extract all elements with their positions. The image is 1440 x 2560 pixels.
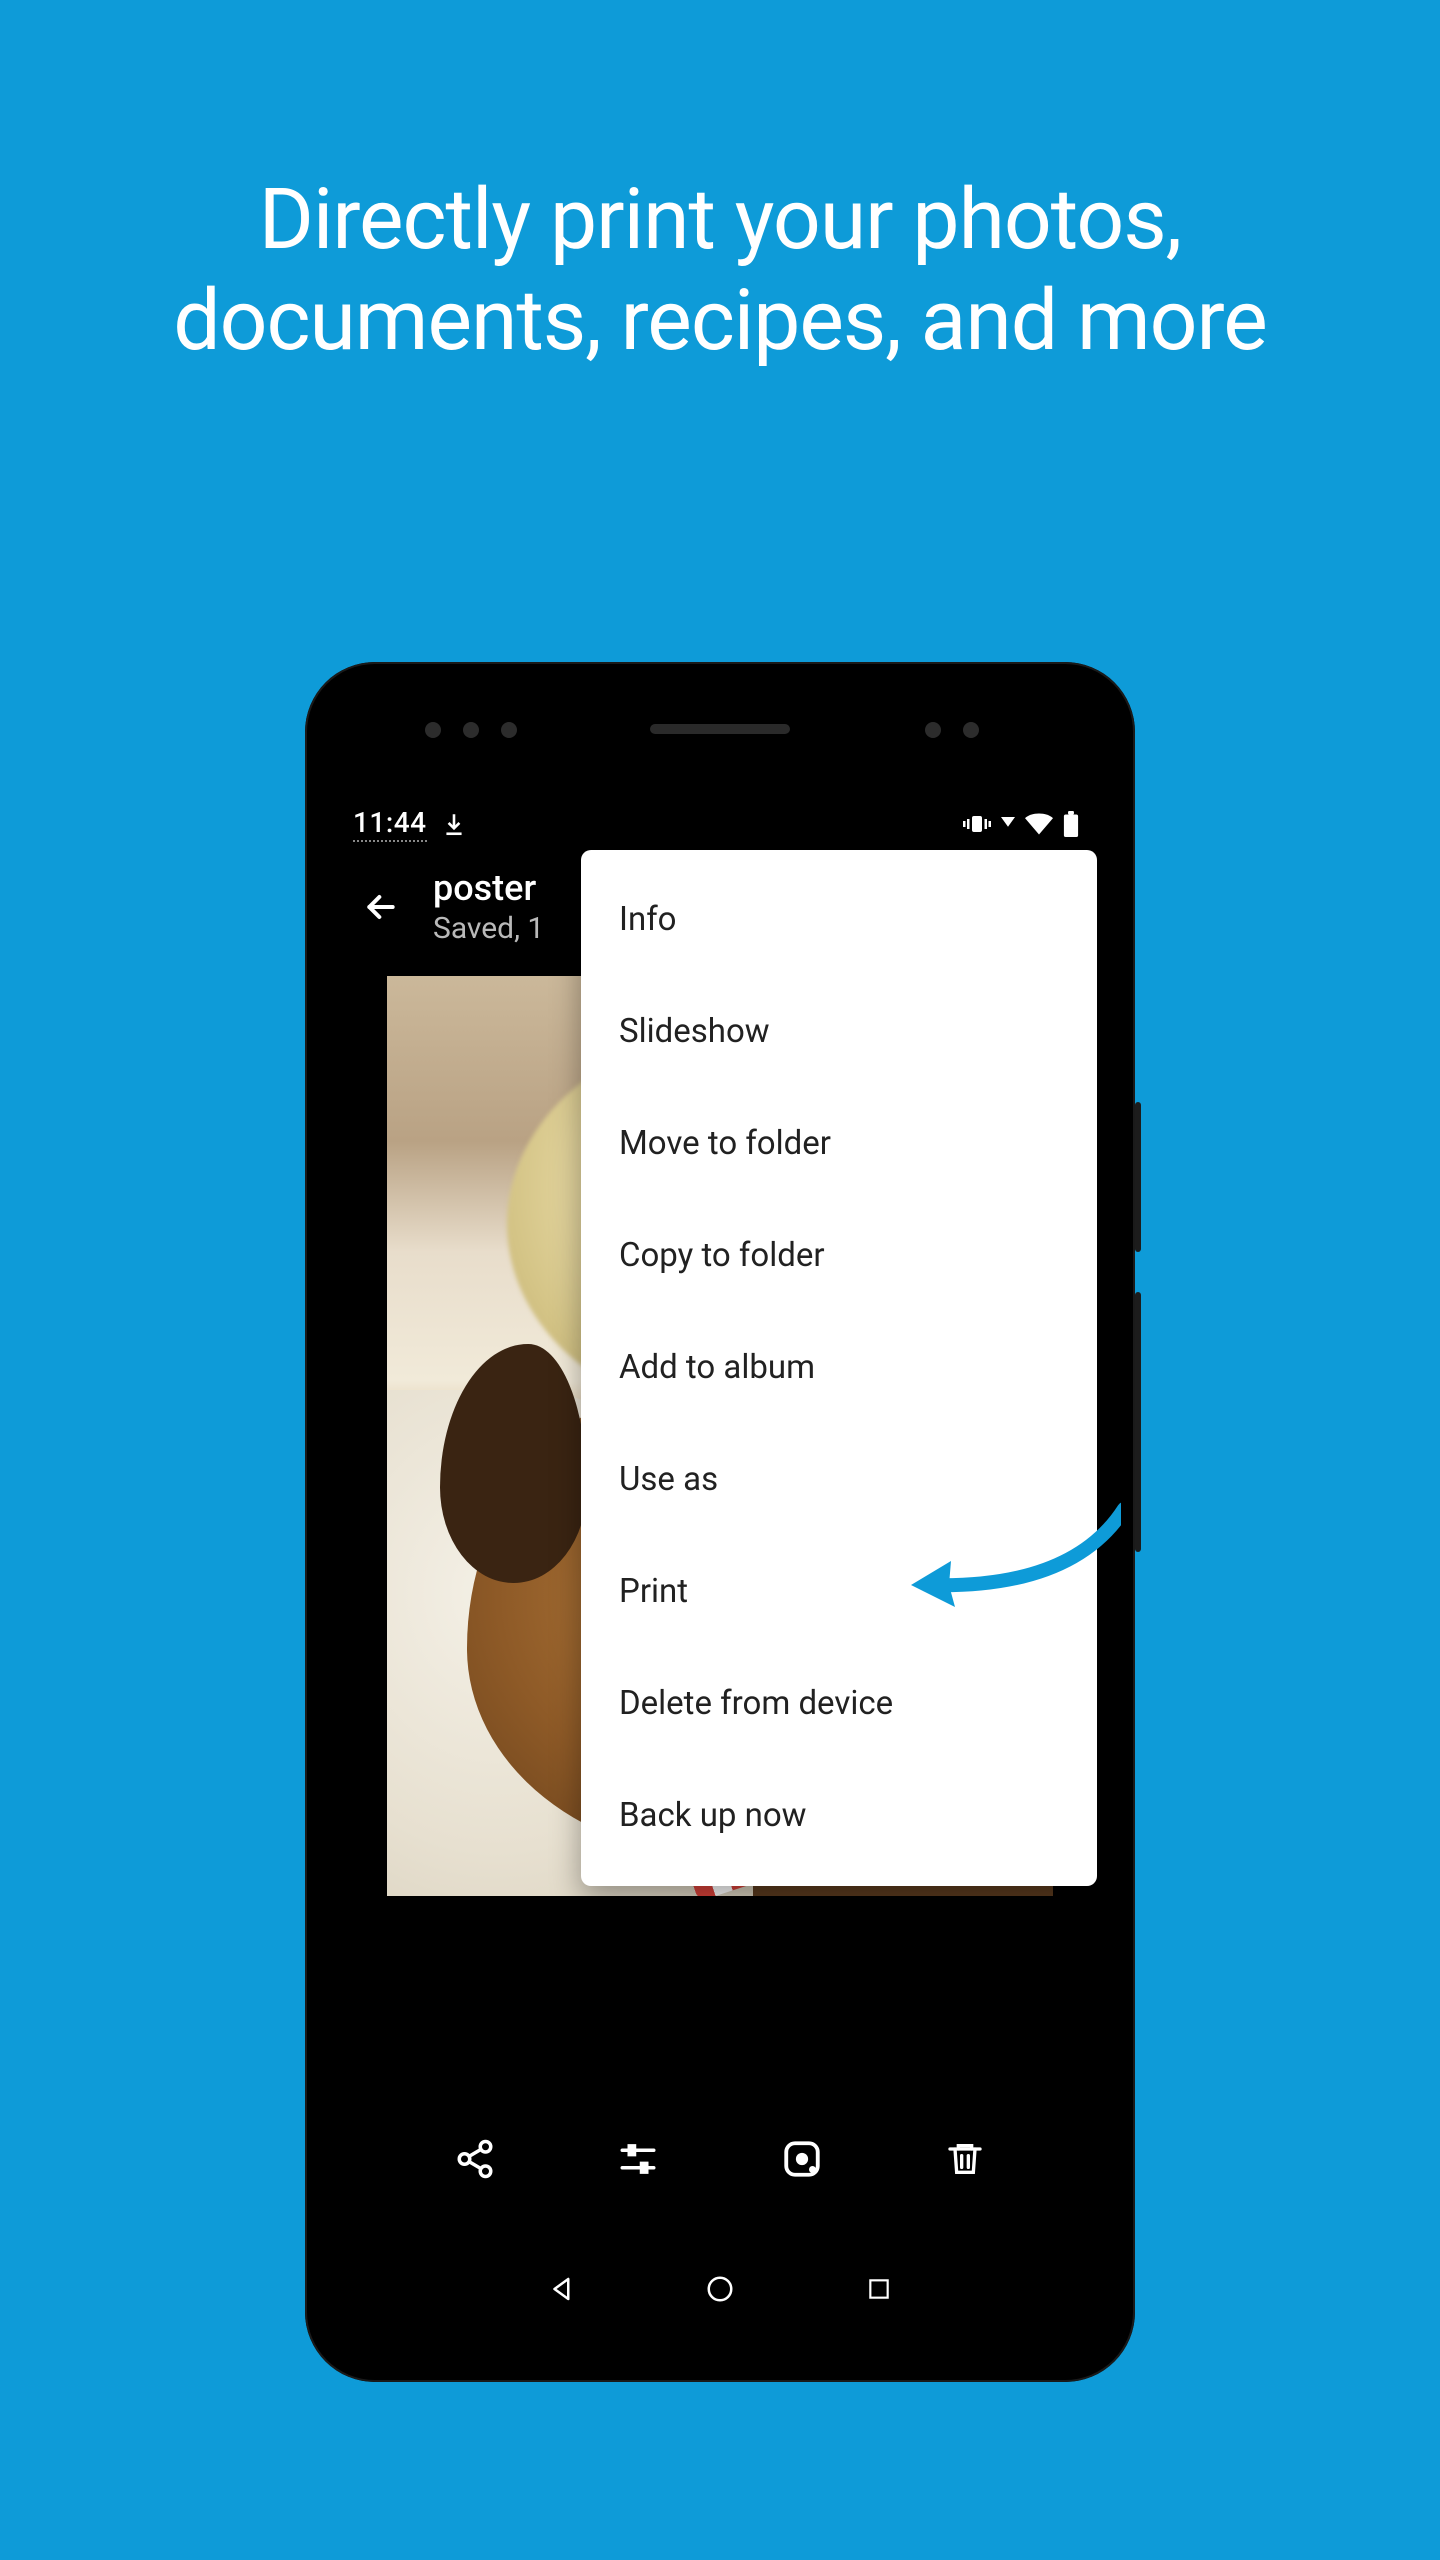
menu-item-label: Print bbox=[619, 1572, 688, 1611]
arrow-left-icon bbox=[361, 887, 401, 927]
vibrate-icon bbox=[963, 812, 991, 836]
phone-sensor-dots bbox=[925, 722, 979, 738]
phone-speaker bbox=[650, 724, 790, 734]
page-title: poster bbox=[433, 867, 544, 909]
menu-item-copy-to-folder[interactable]: Copy to folder bbox=[581, 1200, 1097, 1312]
menu-item-label: Delete from device bbox=[619, 1684, 893, 1723]
menu-item-add-to-album[interactable]: Add to album bbox=[581, 1312, 1097, 1424]
phone-sensor-dots bbox=[425, 722, 517, 738]
menu-item-label: Add to album bbox=[619, 1348, 815, 1387]
triangle-back-icon bbox=[547, 2274, 577, 2304]
tune-icon bbox=[617, 2138, 659, 2180]
circle-home-icon bbox=[705, 2274, 735, 2304]
overflow-menu: Info Slideshow Move to folder Copy to fo… bbox=[581, 850, 1097, 1886]
headline-line-1: Directly print your photos, bbox=[259, 170, 1181, 269]
menu-item-label: Slideshow bbox=[619, 1012, 770, 1051]
phone-side-button bbox=[1135, 1102, 1141, 1252]
status-bar: 11:44 bbox=[343, 796, 1097, 852]
share-button[interactable] bbox=[447, 2131, 503, 2187]
phone-frame: 11:44 bbox=[305, 662, 1135, 2382]
menu-item-slideshow[interactable]: Slideshow bbox=[581, 976, 1097, 1088]
nav-back[interactable] bbox=[542, 2269, 582, 2309]
marketing-headline: Directly print your photos, documents, r… bbox=[173, 170, 1267, 372]
delete-button[interactable] bbox=[937, 2131, 993, 2187]
bottom-action-bar bbox=[343, 2084, 1097, 2234]
back-button[interactable] bbox=[359, 885, 403, 929]
phone-side-button bbox=[1135, 1292, 1141, 1552]
nav-home[interactable] bbox=[700, 2269, 740, 2309]
trash-icon bbox=[945, 2139, 985, 2179]
menu-item-move-to-folder[interactable]: Move to folder bbox=[581, 1088, 1097, 1200]
menu-item-label: Use as bbox=[619, 1460, 718, 1499]
page-subtitle: Saved, 1 bbox=[433, 911, 544, 946]
menu-item-label: Move to folder bbox=[619, 1124, 831, 1163]
nav-recent[interactable] bbox=[859, 2269, 899, 2309]
headline-line-2: documents, recipes, and more bbox=[173, 271, 1267, 370]
menu-item-use-as[interactable]: Use as bbox=[581, 1424, 1097, 1536]
menu-item-delete-from-device[interactable]: Delete from device bbox=[581, 1648, 1097, 1760]
edit-button[interactable] bbox=[610, 2131, 666, 2187]
status-clock: 11:44 bbox=[353, 806, 427, 842]
square-recent-icon bbox=[866, 2276, 892, 2302]
system-nav-bar bbox=[343, 2234, 1097, 2344]
lens-button[interactable] bbox=[774, 2131, 830, 2187]
menu-item-label: Info bbox=[619, 900, 677, 939]
share-icon bbox=[454, 2138, 496, 2180]
lens-icon bbox=[781, 2138, 823, 2180]
phone-bezel: 11:44 bbox=[319, 676, 1121, 2368]
wifi-icon bbox=[1025, 813, 1053, 835]
battery-icon bbox=[1063, 811, 1079, 837]
menu-item-label: Copy to folder bbox=[619, 1236, 825, 1275]
menu-item-back-up-now[interactable]: Back up now bbox=[581, 1760, 1097, 1872]
download-icon bbox=[441, 811, 467, 837]
menu-item-print[interactable]: Print bbox=[581, 1536, 1097, 1648]
menu-item-info[interactable]: Info bbox=[581, 864, 1097, 976]
menu-item-label: Back up now bbox=[619, 1796, 806, 1835]
signal-dropdown-icon bbox=[1001, 817, 1015, 831]
